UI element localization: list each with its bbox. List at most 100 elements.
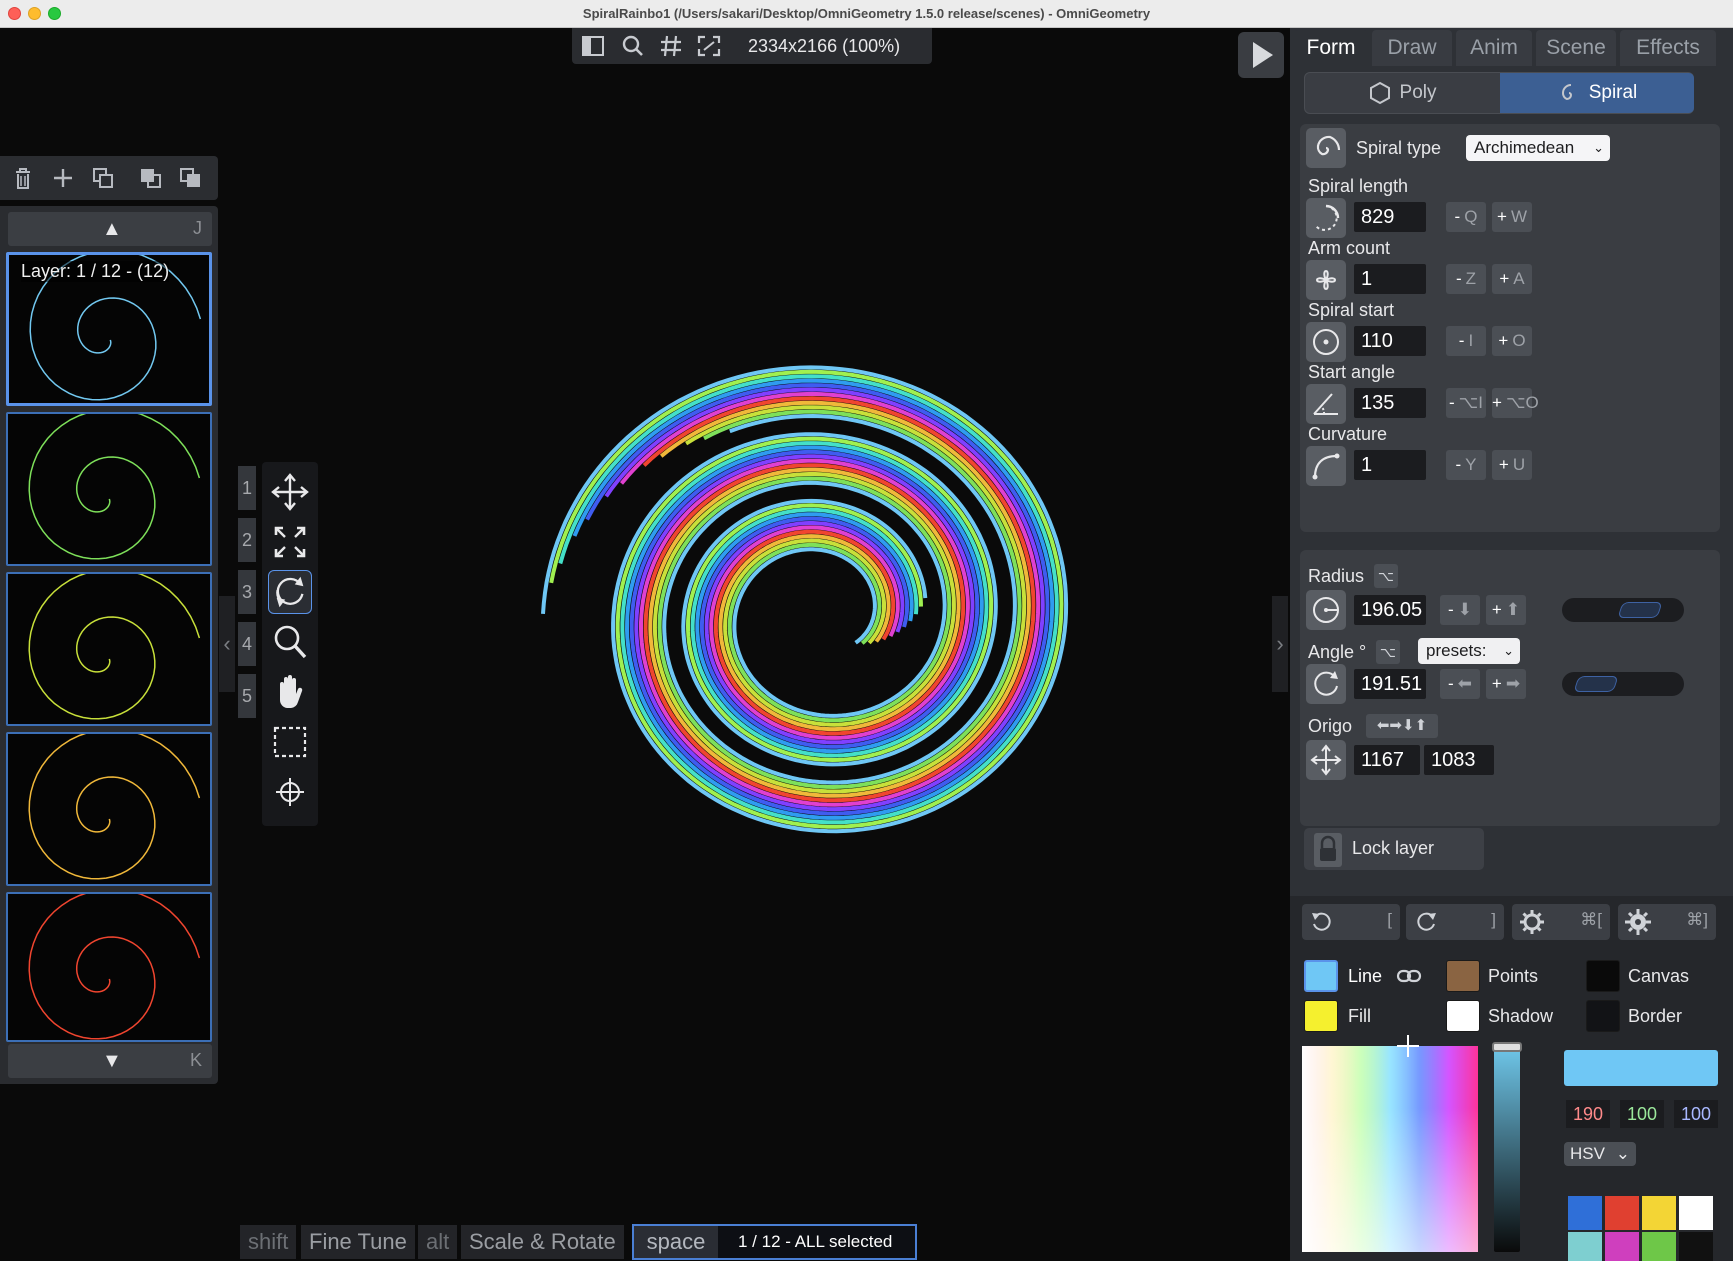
rotate-colors-cw-button[interactable]: ] bbox=[1406, 904, 1504, 940]
selection-status[interactable]: space 1 / 12 - ALL selected bbox=[632, 1224, 917, 1260]
param-increment-button[interactable]: + O bbox=[1492, 326, 1532, 356]
param-input[interactable]: 1 bbox=[1354, 450, 1426, 480]
param-input[interactable]: 1 bbox=[1354, 264, 1426, 294]
canvas-color-swatch[interactable] bbox=[1586, 960, 1620, 992]
palette-color-swatch[interactable] bbox=[1605, 1196, 1639, 1230]
layer-thumbnail[interactable] bbox=[6, 412, 212, 566]
palette-color-swatch[interactable] bbox=[1642, 1232, 1676, 1261]
value-input[interactable]: 100 bbox=[1674, 1100, 1718, 1128]
color-settings-button[interactable]: ⌘[ bbox=[1512, 904, 1610, 940]
grid-icon[interactable] bbox=[658, 34, 684, 58]
curvature-button[interactable] bbox=[1306, 446, 1346, 486]
param-decrement-button[interactable]: -Q bbox=[1446, 202, 1486, 232]
radius-icon-button[interactable] bbox=[1306, 590, 1346, 630]
fill-color-swatch[interactable] bbox=[1304, 1000, 1338, 1032]
trash-icon[interactable] bbox=[8, 164, 38, 192]
origo-y-input[interactable]: 1083 bbox=[1424, 745, 1494, 775]
angle-icon-button[interactable] bbox=[1306, 664, 1346, 704]
color-model-select[interactable]: HSV ⌄ bbox=[1564, 1142, 1636, 1166]
hue-input[interactable]: 190 bbox=[1566, 1100, 1610, 1128]
alt-option-icon[interactable]: ⌥ bbox=[1374, 564, 1398, 588]
spiral-length-button[interactable] bbox=[1306, 198, 1346, 238]
zoom-icon[interactable] bbox=[268, 620, 312, 664]
param-decrement-button[interactable]: -I bbox=[1446, 326, 1486, 356]
layer-thumbnail[interactable] bbox=[6, 732, 212, 886]
spiral-mode-button[interactable]: Spiral bbox=[1500, 73, 1694, 113]
arm-count-button[interactable] bbox=[1306, 260, 1346, 300]
tool-number[interactable]: 3 bbox=[238, 570, 256, 614]
move-up-icon[interactable] bbox=[136, 164, 166, 192]
tab-scene[interactable]: Scene bbox=[1536, 30, 1616, 66]
points-color-swatch[interactable] bbox=[1446, 960, 1480, 992]
selection-icon[interactable] bbox=[268, 720, 312, 764]
brightness-slider[interactable] bbox=[1492, 1042, 1522, 1252]
tab-anim[interactable]: Anim bbox=[1456, 30, 1532, 66]
start-angle-button[interactable] bbox=[1306, 384, 1346, 424]
hand-icon[interactable] bbox=[268, 670, 312, 714]
angle-minus-button[interactable]: - ⬅ bbox=[1440, 669, 1480, 699]
angle-slider[interactable] bbox=[1562, 672, 1684, 696]
layer-thumbnail[interactable]: Layer: 1 / 12 - (12) bbox=[6, 252, 212, 406]
picker-crosshair-icon[interactable] bbox=[1396, 1034, 1420, 1058]
slider-knob[interactable] bbox=[1617, 602, 1663, 618]
param-increment-button[interactable]: + A bbox=[1492, 264, 1532, 294]
palette-color-swatch[interactable] bbox=[1568, 1196, 1602, 1230]
duplicate-icon[interactable] bbox=[88, 164, 118, 192]
scroll-layers-up-button[interactable]: ▲ J bbox=[8, 212, 212, 246]
lock-layer-button[interactable]: Lock layer bbox=[1304, 828, 1484, 870]
layer-thumbnail[interactable] bbox=[6, 892, 212, 1042]
search-icon[interactable] bbox=[620, 34, 646, 58]
tool-number[interactable]: 1 bbox=[238, 466, 256, 510]
palette-color-swatch[interactable] bbox=[1679, 1196, 1713, 1230]
tab-draw[interactable]: Draw bbox=[1372, 30, 1452, 66]
color-picker-area[interactable] bbox=[1302, 1035, 1478, 1252]
slider-knob[interactable] bbox=[1573, 676, 1619, 692]
scale-icon[interactable] bbox=[268, 520, 312, 564]
param-input[interactable]: 110 bbox=[1354, 326, 1426, 356]
crosshair-icon[interactable] bbox=[268, 770, 312, 814]
play-button[interactable] bbox=[1238, 32, 1284, 78]
collapse-right-panel-tab[interactable]: › bbox=[1272, 596, 1288, 692]
tab-effects[interactable]: Effects bbox=[1620, 30, 1716, 66]
angle-plus-button[interactable]: + ➡ bbox=[1486, 669, 1526, 699]
collapse-left-panel-tab[interactable]: ‹ bbox=[219, 596, 235, 692]
spiral-type-button[interactable] bbox=[1306, 128, 1346, 168]
spiral-start-button[interactable] bbox=[1306, 322, 1346, 362]
param-input[interactable]: 135 bbox=[1354, 388, 1426, 418]
layer-thumbnail[interactable] bbox=[6, 572, 212, 726]
radius-input[interactable]: 196.05 bbox=[1354, 595, 1426, 625]
color-options-button[interactable]: ⌘] bbox=[1618, 904, 1716, 940]
plus-icon[interactable] bbox=[48, 164, 78, 192]
palette-color-swatch[interactable] bbox=[1568, 1232, 1602, 1261]
angle-input[interactable]: 191.51 bbox=[1354, 669, 1426, 699]
tool-number[interactable]: 4 bbox=[238, 622, 256, 666]
tool-number[interactable]: 5 bbox=[238, 674, 256, 718]
origo-icon-button[interactable] bbox=[1306, 740, 1346, 780]
shadow-color-swatch[interactable] bbox=[1446, 1000, 1480, 1032]
palette-color-swatch[interactable] bbox=[1605, 1232, 1639, 1261]
param-increment-button[interactable]: + ⌥O bbox=[1492, 388, 1539, 418]
poly-mode-button[interactable]: Poly bbox=[1305, 73, 1499, 113]
line-color-swatch[interactable] bbox=[1304, 960, 1338, 992]
rotate-icon[interactable] bbox=[268, 570, 312, 614]
rotate-colors-ccw-button[interactable]: [ bbox=[1302, 904, 1400, 940]
palette-color-swatch[interactable] bbox=[1679, 1232, 1713, 1261]
param-increment-button[interactable]: + W bbox=[1492, 202, 1532, 232]
origo-x-input[interactable]: 1167 bbox=[1354, 745, 1420, 775]
fit-icon[interactable] bbox=[696, 34, 722, 58]
scroll-layers-down-button[interactable]: ▼ K bbox=[8, 1044, 212, 1078]
brightness-slider-handle[interactable] bbox=[1492, 1042, 1522, 1052]
spiral-type-select[interactable]: Archimedean ⌄ bbox=[1466, 135, 1610, 161]
param-decrement-button[interactable]: -Z bbox=[1446, 264, 1486, 294]
palette-color-swatch[interactable] bbox=[1642, 1196, 1676, 1230]
link-icon[interactable] bbox=[1396, 966, 1422, 986]
radius-slider[interactable] bbox=[1562, 598, 1684, 622]
move-down-icon[interactable] bbox=[176, 164, 206, 192]
radius-plus-button[interactable]: + ⬆ bbox=[1486, 595, 1526, 625]
saturation-input[interactable]: 100 bbox=[1620, 1100, 1664, 1128]
radius-minus-button[interactable]: - ⬇ bbox=[1440, 595, 1480, 625]
param-decrement-button[interactable]: -Y bbox=[1446, 450, 1486, 480]
tab-form[interactable]: Form bbox=[1294, 30, 1368, 66]
tool-number[interactable]: 2 bbox=[238, 518, 256, 562]
param-decrement-button[interactable]: - ⌥I bbox=[1446, 388, 1486, 418]
